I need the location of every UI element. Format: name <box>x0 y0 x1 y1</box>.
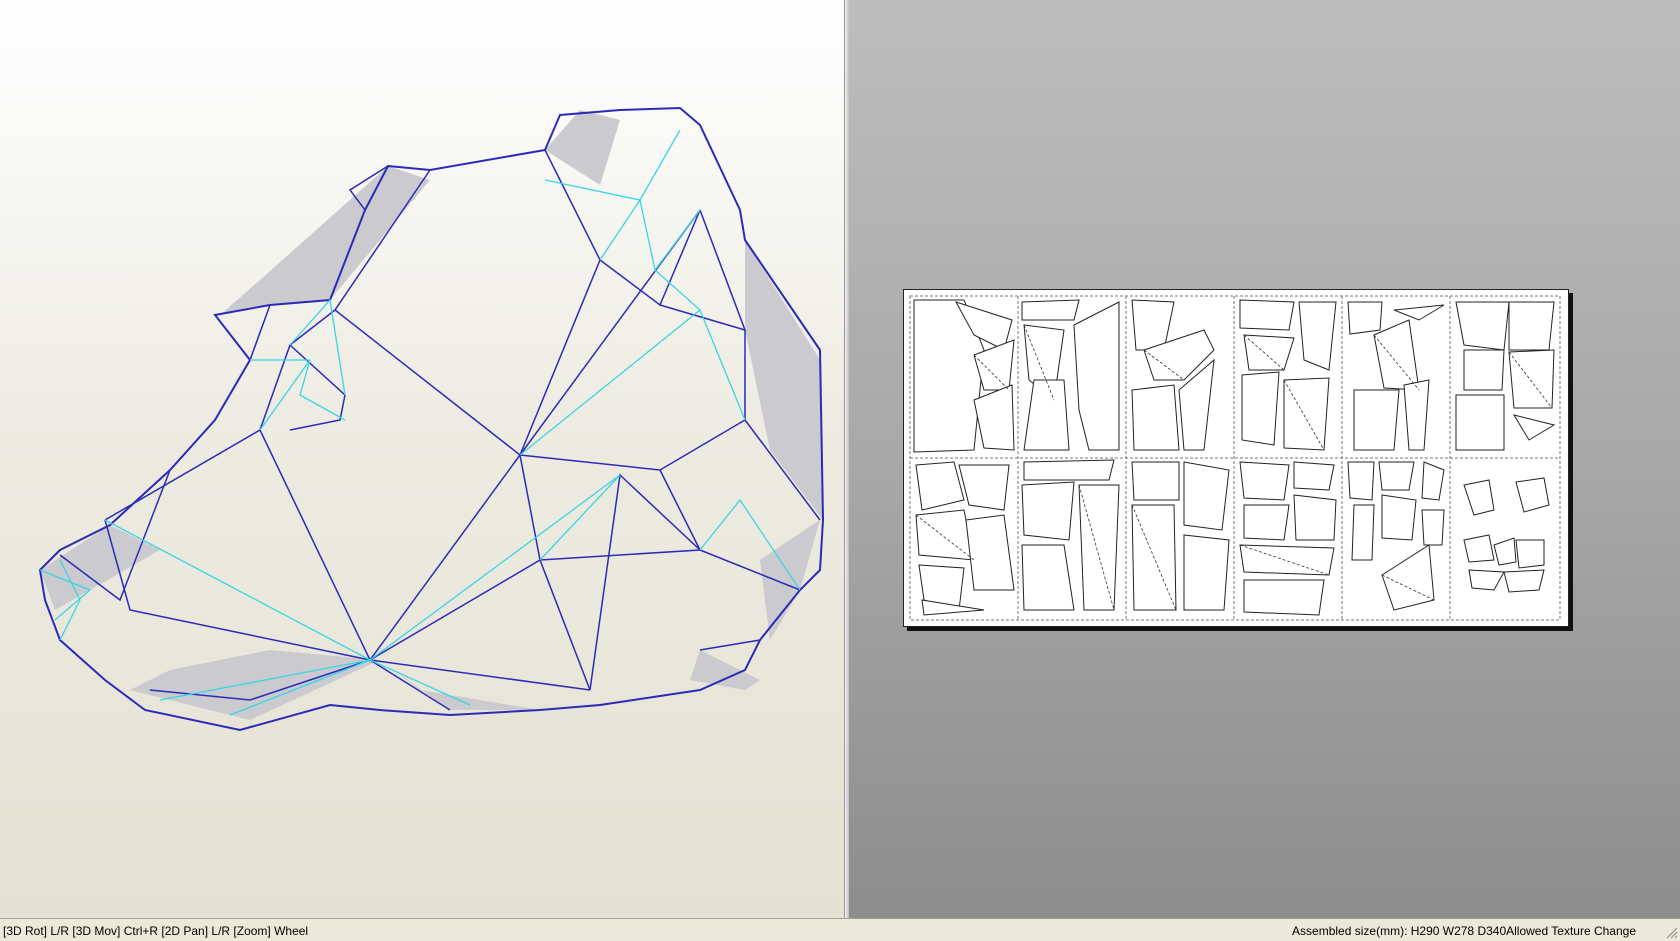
status-assembled-size: Assembled size(mm): H290 W278 D340Allowe… <box>1292 924 1636 938</box>
bear-head-3d-model-icon <box>38 106 825 732</box>
status-hints: [3D Rot] L/R [3D Mov] Ctrl+R [2D Pan] L/… <box>3 924 309 938</box>
status-bar: [3D Rot] L/R [3D Mov] Ctrl+R [2D Pan] L/… <box>0 918 1680 941</box>
3d-model-view[interactable] <box>0 0 845 918</box>
paper-sheet <box>903 289 1569 627</box>
resize-grip-icon[interactable] <box>1664 925 1678 939</box>
2d-pattern-view[interactable] <box>849 0 1680 918</box>
unfolded-parts-pattern-icon <box>909 295 1561 621</box>
